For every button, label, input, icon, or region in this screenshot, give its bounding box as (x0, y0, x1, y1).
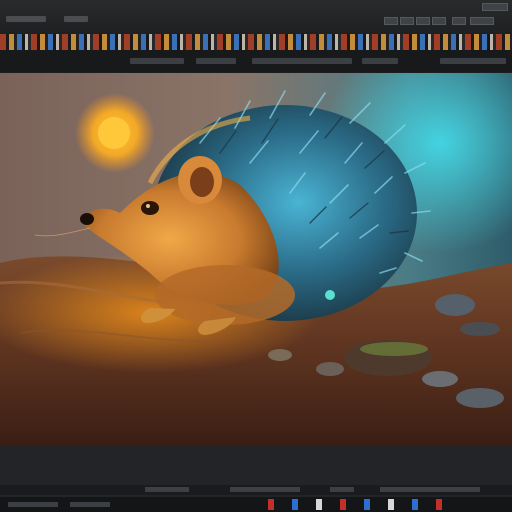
toolbar-button[interactable] (432, 17, 446, 25)
toolbar-button[interactable] (384, 17, 398, 25)
minimize-icon[interactable] (470, 17, 494, 25)
toolbar-item[interactable] (440, 58, 506, 64)
status-swatch (436, 499, 442, 510)
ornament-ribbon (0, 34, 512, 50)
status-swatch (292, 499, 298, 510)
timeline-marker (145, 487, 189, 492)
toolbar-item[interactable] (252, 58, 352, 64)
toolbar-button[interactable] (400, 17, 414, 25)
toolbar-button[interactable] (416, 17, 430, 25)
timeline[interactable] (0, 485, 512, 495)
menu-item[interactable] (64, 16, 88, 22)
toolbar-item[interactable] (362, 58, 398, 64)
status-swatch (268, 499, 274, 510)
hedgehog-artwork (0, 73, 512, 445)
status-item (70, 502, 110, 507)
toolbar-item[interactable] (130, 58, 184, 64)
status-swatch (388, 499, 394, 510)
toolbar-item[interactable] (196, 58, 236, 64)
toolbar-button[interactable] (452, 17, 466, 25)
timeline-marker (380, 487, 480, 492)
menu-item[interactable] (6, 16, 46, 22)
timeline-marker (230, 487, 300, 492)
close-icon[interactable] (482, 3, 508, 11)
status-item (8, 502, 58, 507)
status-swatch (340, 499, 346, 510)
bottom-panel (0, 445, 512, 512)
status-swatch (316, 499, 322, 510)
timeline-marker (330, 487, 354, 492)
status-swatch (364, 499, 370, 510)
status-bar (0, 497, 512, 512)
toolbar (0, 50, 512, 72)
image-viewport[interactable] (0, 73, 512, 445)
status-swatch (412, 499, 418, 510)
title-bar (0, 0, 512, 34)
